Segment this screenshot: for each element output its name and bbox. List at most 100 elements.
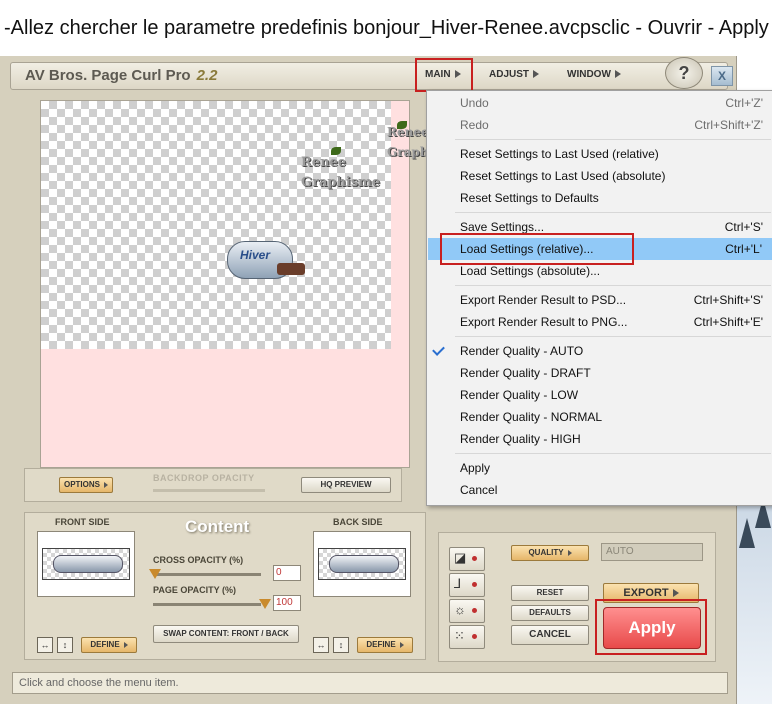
menu-item-export-png[interactable]: Export Render Result to PNG... Ctrl+Shift… [427,311,772,333]
content-panel: FRONT SIDE Content BACK SIDE CROSS OPACI… [24,512,426,660]
chevron-right-icon [567,549,572,556]
menu-adjust-label: ADJUST [489,69,530,80]
flip-vertical-icon[interactable]: ↕ [57,637,73,653]
menu-item-quality-auto[interactable]: Render Quality - AUTO [427,340,772,362]
watermark-line: Renee [387,125,429,139]
menu-item-export-psd[interactable]: Export Render Result to PSD... Ctrl+Shift… [427,289,772,311]
curl-mode-button[interactable]: ◪ [449,547,485,571]
menu-item-quality-low[interactable]: Render Quality - LOW [427,384,772,406]
menu-item-shortcut: Ctrl+'L' [725,242,762,256]
title-bar: AV Bros. Page Curl Pro 2.2 MAIN ADJUST WI… [10,57,733,90]
app-version: 2.2 [196,67,218,84]
menu-item-shortcut: Ctrl+Shift+'S' [693,293,763,307]
chevron-right-icon [399,641,404,648]
menu-item-cancel[interactable]: Cancel [427,479,772,501]
reset-button[interactable]: RESET [511,585,589,601]
menu-item-label: Export Render Result to PSD... [460,293,627,307]
page-opacity-knob[interactable] [259,599,271,609]
menu-item-shortcut: Ctrl+'Z' [725,96,763,110]
sun-icon: ☼ [454,602,466,617]
cross-opacity-knob[interactable] [149,569,161,579]
light-button[interactable]: ☼ [449,599,485,623]
preview-area[interactable]: Renee Graphisme Hiver Renee Graphisme [40,100,460,468]
transparency-canvas: Renee Graphisme Hiver [41,101,391,349]
flip-horizontal-icon[interactable]: ↔ [37,637,53,653]
back-side-thumbnail[interactable] [313,531,411,597]
menu-item-reset-last-absolute[interactable]: Reset Settings to Last Used (absolute) [427,165,772,187]
menu-item-label: Redo [460,118,489,132]
front-side-thumbnail[interactable] [37,531,135,597]
menu-item-redo[interactable]: Redo Ctrl+Shift+'Z' [427,114,772,136]
menu-separator [455,285,771,286]
menu-item-label: Render Quality - NORMAL [460,410,603,424]
chevron-right-icon [533,70,540,79]
defaults-button[interactable]: DEFAULTS [511,605,589,621]
axis-button[interactable]: ⅃ [449,573,485,597]
menu-separator [455,453,771,454]
flip-vertical-icon[interactable]: ↕ [333,637,349,653]
back-define-button[interactable]: DEFINE [357,637,413,653]
quality-button[interactable]: QUALITY [511,545,589,561]
menu-item-shortcut: Ctrl+Shift+'Z' [694,118,763,132]
main-menu-dropdown: Undo Ctrl+'Z' Redo Ctrl+Shift+'Z' Reset Se… [426,90,772,506]
swap-content-button[interactable]: SWAP CONTENT: FRONT / BACK [153,625,299,643]
chevron-right-icon [614,70,621,79]
menu-item-quality-normal[interactable]: Render Quality - NORMAL [427,406,772,428]
menu-item-quality-high[interactable]: Render Quality - HIGH [427,428,772,450]
help-button[interactable]: ? [665,57,703,89]
menu-item-reset-defaults[interactable]: Reset Settings to Defaults [427,187,772,209]
front-define-button[interactable]: DEFINE [81,637,137,653]
menu-item-label: Reset Settings to Last Used (absolute) [460,169,666,183]
annotation-box-main [415,58,473,92]
menu-item-label: Render Quality - LOW [460,388,579,402]
grid-dots-icon: ⁙ [454,628,465,643]
menu-item-undo[interactable]: Undo Ctrl+'Z' [427,92,772,114]
thumbnail-image [318,548,406,580]
leaf-icon [331,147,341,155]
flip-horizontal-icon[interactable]: ↔ [313,637,329,653]
menu-item-reset-last-relative[interactable]: Reset Settings to Last Used (relative) [427,143,772,165]
background-scene [737,488,772,704]
chevron-right-icon [672,589,679,598]
menu-separator [455,336,771,337]
cross-opacity-label: CROSS OPACITY (%) [153,555,244,565]
page-opacity-slider[interactable] [153,603,261,606]
status-bar: Click and choose the menu item. [12,672,728,694]
preview-controls: OPTIONS BACKDROP OPACITY HQ PREVIEW [24,468,402,502]
annotation-box-apply [595,599,707,655]
thumbnail-image [42,548,130,580]
menu-separator [455,139,771,140]
menu-item-quality-draft[interactable]: Render Quality - DRAFT [427,362,772,384]
caption-text: -Allez chercher le parametre predefinis … [4,17,769,39]
page-curl-icon: ◪ [454,550,467,565]
menu-item-load-absolute[interactable]: Load Settings (absolute)... [427,260,772,282]
menu-window[interactable]: WINDOW [567,69,621,80]
backdrop-opacity-slider[interactable] [153,489,265,492]
back-side-label: BACK SIDE [333,517,383,527]
export-label: EXPORT [623,587,669,599]
menu-item-label: Cancel [460,483,498,497]
page-opacity-input[interactable]: 100 [273,595,301,611]
app-name: AV Bros. Page Curl Pro [25,67,191,84]
cross-opacity-slider[interactable] [153,573,261,576]
define-label: DEFINE [366,640,396,649]
menu-item-label: Reset Settings to Defaults [460,191,599,205]
checkmark-icon [432,343,445,356]
menu-adjust[interactable]: ADJUST [489,69,540,80]
watermark-line: Renee [301,155,347,170]
menu-item-label: Render Quality - HIGH [460,432,581,446]
texture-button[interactable]: ⁙ [449,625,485,649]
chevron-right-icon [123,641,128,648]
chevron-right-icon [104,481,108,488]
cancel-button[interactable]: CANCEL [511,625,589,645]
hq-preview-button[interactable]: HQ PREVIEW [301,477,391,493]
quality-label: QUALITY [528,548,564,557]
content-title: Content [185,517,250,536]
thumbnail-curl [329,555,399,573]
options-button[interactable]: OPTIONS [59,477,113,493]
close-button[interactable]: X [711,66,733,86]
app-title: AV Bros. Page Curl Pro 2.2 [25,67,217,84]
menu-item-apply[interactable]: Apply [427,457,772,479]
cross-opacity-input[interactable]: 0 [273,565,301,581]
menu-item-shortcut: Ctrl+'S' [724,220,763,234]
